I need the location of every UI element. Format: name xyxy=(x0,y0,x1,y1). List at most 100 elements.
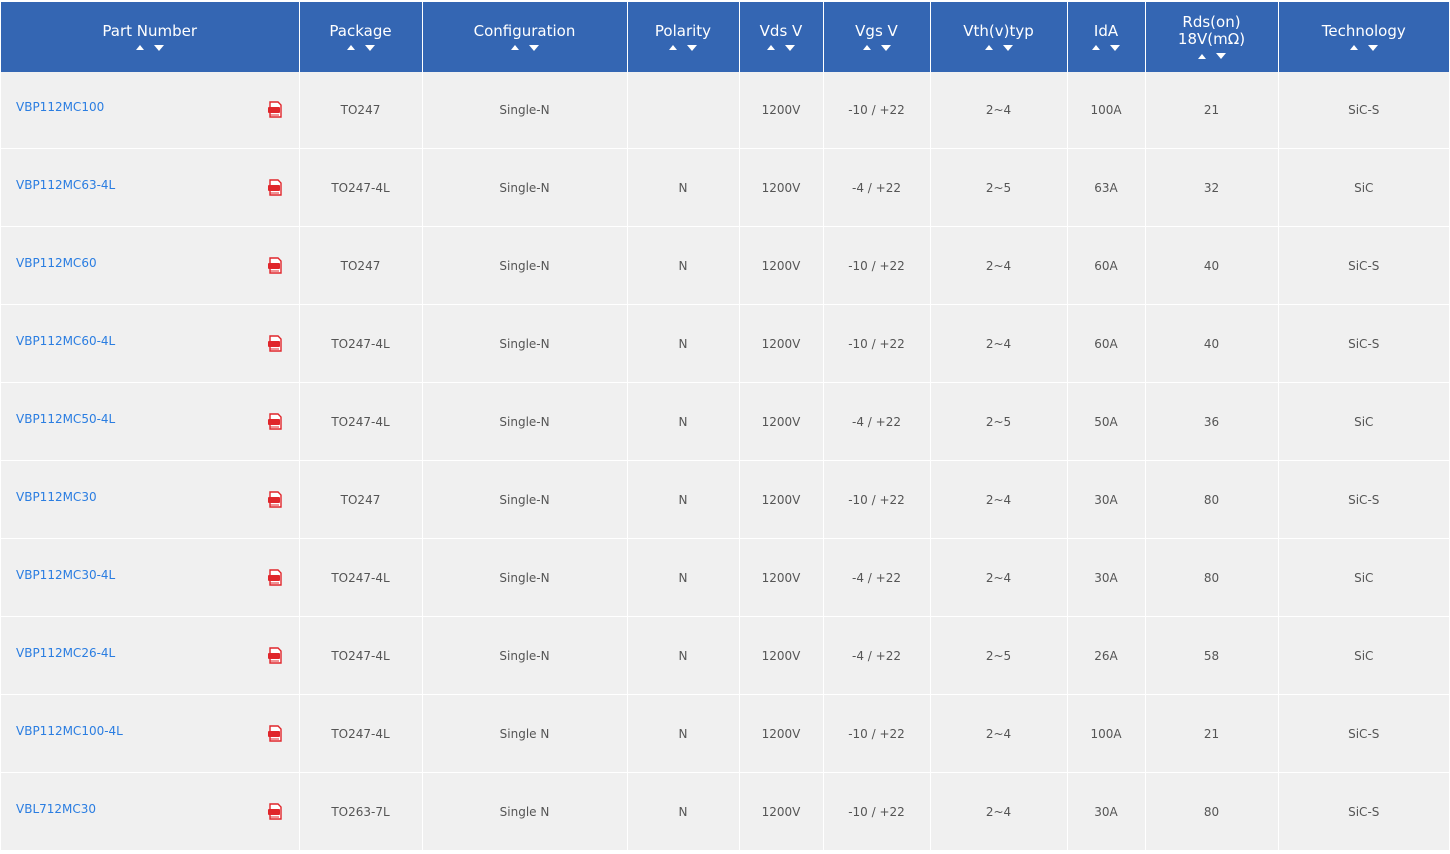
part-number-link[interactable]: VBP112MC63-4L xyxy=(16,178,115,192)
sort-desc-icon[interactable] xyxy=(880,44,891,51)
cell-vth: 2~5 xyxy=(929,616,1067,695)
pdf-icon[interactable] xyxy=(267,178,283,196)
part-number-link[interactable]: VBP112MC100-4L xyxy=(16,724,123,738)
table-row: VBP112MC50-4L TO247-4L Single-N N 1200V -4 / … xyxy=(1,382,1449,461)
cell-vgs: -10 / +22 xyxy=(822,694,930,773)
sort-desc-icon[interactable] xyxy=(785,44,795,51)
sort-asc-icon[interactable] xyxy=(767,45,775,50)
cell-vds: 1200V xyxy=(738,460,823,539)
header-configuration[interactable]: Configuration xyxy=(421,0,627,72)
cell-vds: 1200V xyxy=(738,304,823,383)
cell-vgs: -4 / +22 xyxy=(822,538,930,617)
cell-tech: SiC xyxy=(1277,538,1449,617)
cell-vgs: -4 / +22 xyxy=(822,148,930,227)
part-number-link[interactable]: VBP112MC60-4L xyxy=(16,334,115,348)
cell-package: TO263-7L xyxy=(298,772,422,851)
table-row: VBP112MC100 TO247 Single-N 1200V -10 / +22 2~… xyxy=(1,72,1449,149)
cell-vds: 1200V xyxy=(738,72,823,149)
header-technology[interactable]: Technology xyxy=(1277,0,1449,72)
table-row: VBP112MC30 TO247 Single-N N 1200V -10 / +22 2~… xyxy=(1,460,1449,539)
cell-config: Single-N xyxy=(421,538,627,617)
header-label: Vth(v)typ xyxy=(963,21,1034,40)
header-vds[interactable]: Vds V xyxy=(738,0,823,72)
pdf-icon[interactable] xyxy=(267,646,283,664)
cell-tech: SiC xyxy=(1277,148,1449,227)
sort-asc-icon[interactable] xyxy=(135,45,144,50)
cell-tech: SiC-S xyxy=(1277,304,1449,383)
sort-asc-icon[interactable] xyxy=(669,45,677,50)
cell-vgs: -10 / +22 xyxy=(822,72,930,149)
cell-rds: 36 xyxy=(1144,382,1278,461)
table-row: VBL712MC30 TO263-7L Single N N 1200V -10 / +2… xyxy=(1,772,1449,851)
header-id[interactable]: IdA xyxy=(1066,0,1145,72)
sort-desc-icon[interactable] xyxy=(1215,53,1226,59)
pdf-icon[interactable] xyxy=(267,101,283,118)
sort-asc-icon[interactable] xyxy=(862,45,871,50)
header-label: Package xyxy=(329,21,392,40)
header-package[interactable]: Package xyxy=(298,0,422,72)
cell-id: 26A xyxy=(1066,616,1145,695)
cell-vth: 2~4 xyxy=(929,304,1067,383)
cell-package: TO247-4L xyxy=(298,148,422,227)
sort-asc-icon[interactable] xyxy=(1197,53,1206,59)
sort-asc-icon[interactable] xyxy=(510,45,519,50)
sort-desc-icon[interactable] xyxy=(1002,44,1013,51)
pdf-icon[interactable] xyxy=(267,334,283,352)
cell-vgs: -4 / +22 xyxy=(822,616,930,695)
pdf-icon[interactable] xyxy=(267,724,283,742)
sort-desc-icon[interactable] xyxy=(1367,44,1378,51)
table-row: VBP112MC63-4L TO247-4L Single-N N 1200V -4 / … xyxy=(1,148,1449,227)
header-row: Part Number Package Configuration Polari… xyxy=(1,0,1449,72)
part-number-link[interactable]: VBP112MC60 xyxy=(16,256,97,270)
sort-desc-icon[interactable] xyxy=(153,44,164,51)
cell-rds: 80 xyxy=(1144,538,1278,617)
pdf-icon[interactable] xyxy=(267,256,283,274)
pdf-icon[interactable] xyxy=(267,568,283,586)
cell-polarity: N xyxy=(626,616,739,695)
cell-part-number: VBP112MC100-4L xyxy=(1,694,299,773)
cell-part-number: VBL712MC30 xyxy=(1,772,299,851)
cell-tech: SiC-S xyxy=(1277,694,1449,773)
cell-id: 50A xyxy=(1066,382,1145,461)
sort-asc-icon[interactable] xyxy=(1092,45,1100,50)
header-label: Vgs V xyxy=(855,21,898,40)
pdf-icon[interactable] xyxy=(267,412,283,430)
part-number-link[interactable]: VBL712MC30 xyxy=(16,802,96,816)
part-number-link[interactable]: VBP112MC30 xyxy=(16,490,97,504)
part-number-link[interactable]: VBP112MC50-4L xyxy=(16,412,115,426)
cell-part-number: VBP112MC26-4L xyxy=(1,616,299,695)
header-label: Technology xyxy=(1321,21,1406,40)
sort-desc-icon[interactable] xyxy=(1110,44,1120,51)
cell-rds: 32 xyxy=(1144,148,1278,227)
cell-config: Single-N xyxy=(421,148,627,227)
cell-polarity: N xyxy=(626,694,739,773)
table-row: VBP112MC100-4L TO247-4L Single N N 1200V -10 … xyxy=(1,694,1449,773)
sort-desc-icon[interactable] xyxy=(687,44,697,51)
cell-package: TO247-4L xyxy=(298,304,422,383)
sort-asc-icon[interactable] xyxy=(346,45,355,50)
cell-vgs: -10 / +22 xyxy=(822,460,930,539)
cell-package: TO247-4L xyxy=(298,616,422,695)
header-polarity[interactable]: Polarity xyxy=(626,0,739,72)
table-row: VBP112MC60-4L TO247-4L Single-N N 1200V -10 /… xyxy=(1,304,1449,383)
header-part-number[interactable]: Part Number xyxy=(1,0,299,72)
sort-asc-icon[interactable] xyxy=(984,45,993,50)
pdf-icon[interactable] xyxy=(267,490,283,508)
header-vgs[interactable]: Vgs V xyxy=(822,0,930,72)
cell-vgs: -10 / +22 xyxy=(822,226,930,305)
cell-tech: SiC-S xyxy=(1277,226,1449,305)
sort-desc-icon[interactable] xyxy=(528,44,539,51)
cell-id: 30A xyxy=(1066,772,1145,851)
cell-polarity: N xyxy=(626,538,739,617)
header-rds[interactable]: Rds(on) 18V(mΩ) xyxy=(1144,0,1278,72)
part-number-link[interactable]: VBP112MC100 xyxy=(16,100,104,114)
header-vth[interactable]: Vth(v)typ xyxy=(929,0,1067,72)
sort-asc-icon[interactable] xyxy=(1349,45,1358,50)
part-number-link[interactable]: VBP112MC30-4L xyxy=(16,568,115,582)
part-number-link[interactable]: VBP112MC26-4L xyxy=(16,646,115,660)
cell-vgs: -10 / +22 xyxy=(822,772,930,851)
pdf-icon[interactable] xyxy=(267,802,283,820)
cell-vth: 2~5 xyxy=(929,148,1067,227)
cell-part-number: VBP112MC50-4L xyxy=(1,382,299,461)
sort-desc-icon[interactable] xyxy=(364,44,375,51)
